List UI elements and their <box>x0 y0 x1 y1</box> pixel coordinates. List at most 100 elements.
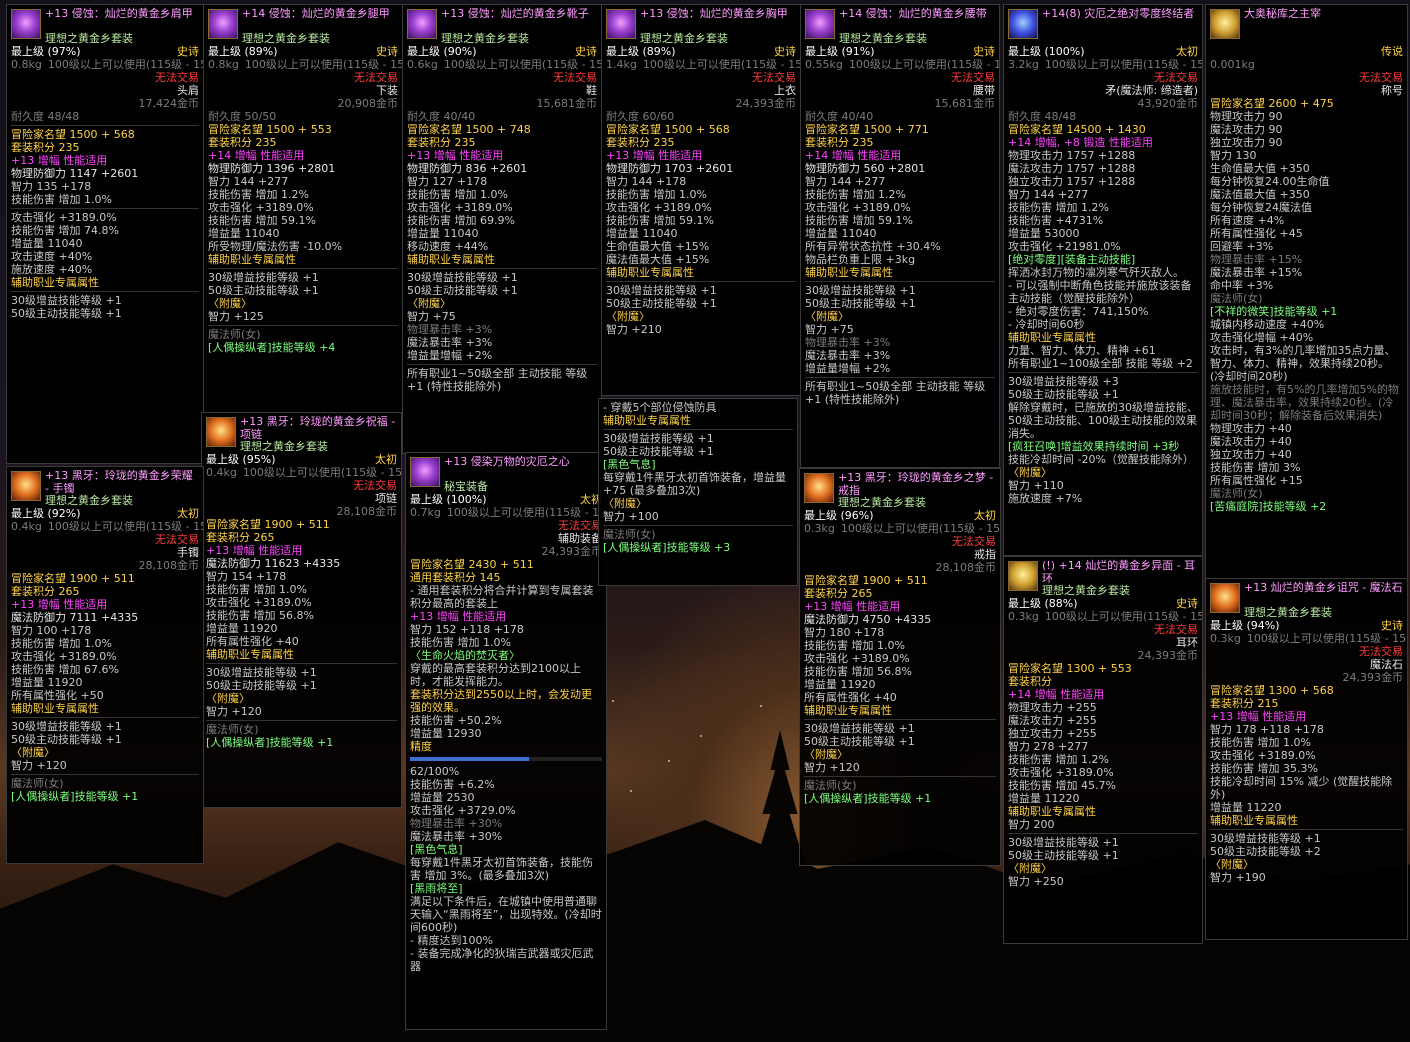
stat-line: 智力 +120 <box>206 705 262 718</box>
item-icon[interactable] <box>11 9 41 39</box>
tooltip-header: +13 灿烂的黄金乡诅咒 - 魔法石 理想之黄金乡套装 <box>1210 581 1403 619</box>
item-tooltip[interactable]: +13 黑牙：玲珑的黄金乡祝福 - 项链 理想之黄金乡套装 最上级 (95%) 太初 0… <box>201 412 402 808</box>
item-icon[interactable] <box>1210 9 1240 39</box>
stat-line: 物理攻击力 +40 <box>1210 422 1292 435</box>
stat-line: 独立攻击力 +40 <box>1210 448 1292 461</box>
stat-line: 城镇内移动速度 +40% <box>1210 318 1325 331</box>
item-tooltip[interactable]: (!) +14 灿烂的黄金乡异面 - 耳环 理想之黄金乡套装 最上级 (88%) 史诗… <box>1003 556 1203 944</box>
trade-status: 无法交易 <box>1154 71 1198 84</box>
grade-row: 最上级 (100%) 太初 <box>410 493 602 506</box>
item-tooltip[interactable]: 大奥秘库之主宰 传说 0.001kg 无法交易 称号 冒险家名望 2600 + 475 物理… <box>1205 4 1408 580</box>
item-icon[interactable] <box>206 417 236 447</box>
stat-line: 攻击强化 +3189.0% <box>1008 766 1114 779</box>
stat-line: 30级增益技能等级 +1 <box>11 294 122 307</box>
stat-line: 魔法师(女) <box>603 528 656 541</box>
stat-line: 辅助职业专属属性 <box>11 276 99 289</box>
tooltip-header: +13 黑牙：玲珑的黄金乡之梦 - 戒指 理想之黄金乡套装 <box>804 471 996 509</box>
stat-line: 50级主动技能等级 +1 <box>606 297 717 310</box>
stat-line: 攻击时，有3%的几率增加35点力量、智力、体力、精神，效果持续20秒。(冷却时间… <box>1210 344 1396 383</box>
stat-line: 冒险家名望 1500 + 771 <box>805 123 929 136</box>
star <box>668 760 670 762</box>
stat-line: - 精度达到100% <box>410 934 493 947</box>
stat-line: 所有属性强化 +40 <box>804 691 897 704</box>
item-icon[interactable] <box>1008 561 1038 591</box>
stat-line: 智力 +75 <box>805 323 854 336</box>
grade-label: 最上级 (100%) <box>410 493 487 506</box>
stat-line: 冒险家名望 1300 + 553 <box>1008 662 1132 675</box>
stat-line: +14 增幅, +8 锻造 性能适用 <box>1008 136 1153 149</box>
item-icon[interactable] <box>407 9 437 39</box>
stat-line: 魔法师(女) <box>11 777 64 790</box>
item-tooltip[interactable]: - 穿戴5个部位侵蚀防具 辅助职业专属属性 30级增益技能等级 +1 50级主动技能等… <box>598 398 798 586</box>
item-icon[interactable] <box>804 473 834 503</box>
stat-line: 增益量 11040 <box>11 237 83 250</box>
item-title: (!) +14 灿烂的黄金乡异面 - 耳环 <box>1042 559 1196 585</box>
item-tooltip[interactable]: +14(8) 灾厄之绝对零度终结者 最上级 (100%) 太初 3.2kg 100级以上… <box>1003 4 1203 556</box>
stat-line: 50级主动技能等级 +1 <box>11 307 122 320</box>
item-icon[interactable] <box>410 457 440 487</box>
item-icon[interactable] <box>1008 9 1038 39</box>
stat-line: 技能伤害 增加 1.0% <box>1210 736 1311 749</box>
price-row: 17,424金币 <box>11 97 200 110</box>
stat-line: +13 增幅 性能适用 <box>206 544 303 557</box>
slot-type: 手镯 <box>177 546 199 559</box>
grade-label: 最上级 (100%) <box>1008 45 1085 58</box>
trade-row: 无法交易 <box>805 71 995 84</box>
sell-price: 43,920金币 <box>1137 97 1199 110</box>
item-icon[interactable] <box>11 471 41 501</box>
requirement-row: 0.001kg <box>1210 58 1403 71</box>
stat-line: 物理暴击率 +15% <box>1210 253 1303 266</box>
item-tooltip[interactable]: +13 侵蚀：灿烂的黄金乡靴子 理想之黄金乡套装 最上级 (90%) 史诗 0.6kg 1… <box>402 4 602 454</box>
item-icon[interactable] <box>1210 583 1240 613</box>
item-icon[interactable] <box>805 9 835 39</box>
stat-line: 技能伤害 增加 1.2% <box>1008 753 1109 766</box>
stat-line: 30级增益技能等级 +1 <box>1008 836 1119 849</box>
item-tooltip[interactable]: +13 黑牙：玲珑的黄金乡荣耀 - 手镯 理想之黄金乡套装 最上级 (92%) 太初 0… <box>6 466 204 864</box>
item-title: +13 侵蚀：灿烂的黄金乡胸甲 <box>640 7 788 20</box>
item-tooltip[interactable]: +13 侵蚀：灿烂的黄金乡肩甲 理想之黄金乡套装 最上级 (97%) 史诗 0.8kg 1… <box>6 4 204 464</box>
stat-line: - 冷却时间60秒 <box>1008 318 1085 331</box>
stat-line: 〈附魔〉 <box>805 310 849 323</box>
divider <box>606 281 796 282</box>
tooltip-header: +13 黑牙：玲珑的黄金乡荣耀 - 手镯 理想之黄金乡套装 <box>11 469 199 507</box>
rarity-label: 史诗 <box>376 45 398 58</box>
stat-line: 智力 135 +178 <box>11 180 92 193</box>
stat-line: 50级主动技能等级 +2 <box>1210 845 1321 858</box>
slot-row: 戒指 <box>804 548 996 561</box>
item-tooltip[interactable]: +13 侵染万物的灾厄之心 秘宝装备 最上级 (100%) 太初 0.7kg 100级以上… <box>405 452 607 1030</box>
stat-line: 技能伤害 增加 1.0% <box>410 636 511 649</box>
item-tooltip[interactable]: +13 黑牙：玲珑的黄金乡之梦 - 戒指 理想之黄金乡套装 最上级 (96%) 太初 0… <box>799 468 1001 866</box>
grade-row: 最上级 (89%) 史诗 <box>606 45 796 58</box>
stat-line: 技能伤害 增加 1.2% <box>208 188 309 201</box>
stat-line: 魔法师(女) <box>1210 487 1263 500</box>
stat-line: 辅助职业专属属性 <box>407 253 495 266</box>
stat-line: 30级增益技能等级 +1 <box>208 271 319 284</box>
weight-label: 1.4kg <box>606 58 637 71</box>
trade-status: 无法交易 <box>353 479 397 492</box>
stat-line: 技能伤害 增加 59.1% <box>805 214 913 227</box>
stat-line: 技能伤害 增加 56.8% <box>804 665 912 678</box>
stat-line: 增益量 11040 <box>606 227 678 240</box>
stat-line: 冒险家名望 1900 + 511 <box>206 518 330 531</box>
tooltip-header: +13 黑牙：玲珑的黄金乡祝福 - 项链 理想之黄金乡套装 <box>206 415 397 453</box>
item-icon[interactable] <box>606 9 636 39</box>
stat-line: 每穿戴1件黑牙太初首饰装备，技能伤害 增加 3%。(最多叠加3次) <box>410 856 593 882</box>
grade-label: 最上级 (97%) <box>11 45 81 58</box>
rarity-label: 太初 <box>1176 45 1198 58</box>
item-tooltip[interactable]: +14 侵蚀：灿烂的黄金乡腰带 理想之黄金乡套装 最上级 (91%) 史诗 0.55kg… <box>800 4 1000 468</box>
trade-status: 无法交易 <box>155 533 199 546</box>
stat-line: +13 增幅 性能适用 <box>606 149 703 162</box>
stat-line: 施放速度 +40% <box>11 263 93 276</box>
item-tooltip[interactable]: +13 侵蚀：灿烂的黄金乡胸甲 理想之黄金乡套装 最上级 (89%) 史诗 1.4kg 1… <box>601 4 801 396</box>
stat-line: 增益量 11040 <box>208 227 280 240</box>
item-title: +13 灿烂的黄金乡诅咒 - 魔法石 <box>1244 581 1403 594</box>
stat-line: 耐久度 48/48 <box>11 110 80 123</box>
stat-line: 智力 +250 <box>1008 875 1064 888</box>
item-tooltip[interactable]: +13 灿烂的黄金乡诅咒 - 魔法石 理想之黄金乡套装 最上级 (94%) 史诗 0.3… <box>1205 578 1408 940</box>
stat-line: 套装积分 235 <box>805 136 874 149</box>
stat-line: 冒险家名望 1500 + 568 <box>606 123 730 136</box>
item-icon[interactable] <box>208 9 238 39</box>
item-tooltip[interactable]: +14 侵蚀：灿烂的黄金乡腿甲 理想之黄金乡套装 最上级 (89%) 史诗 0.8kg 1… <box>203 4 403 414</box>
level-requirement: 100级以上可以使用(115级 - 15) <box>1044 58 1203 71</box>
trade-status: 无法交易 <box>155 71 199 84</box>
